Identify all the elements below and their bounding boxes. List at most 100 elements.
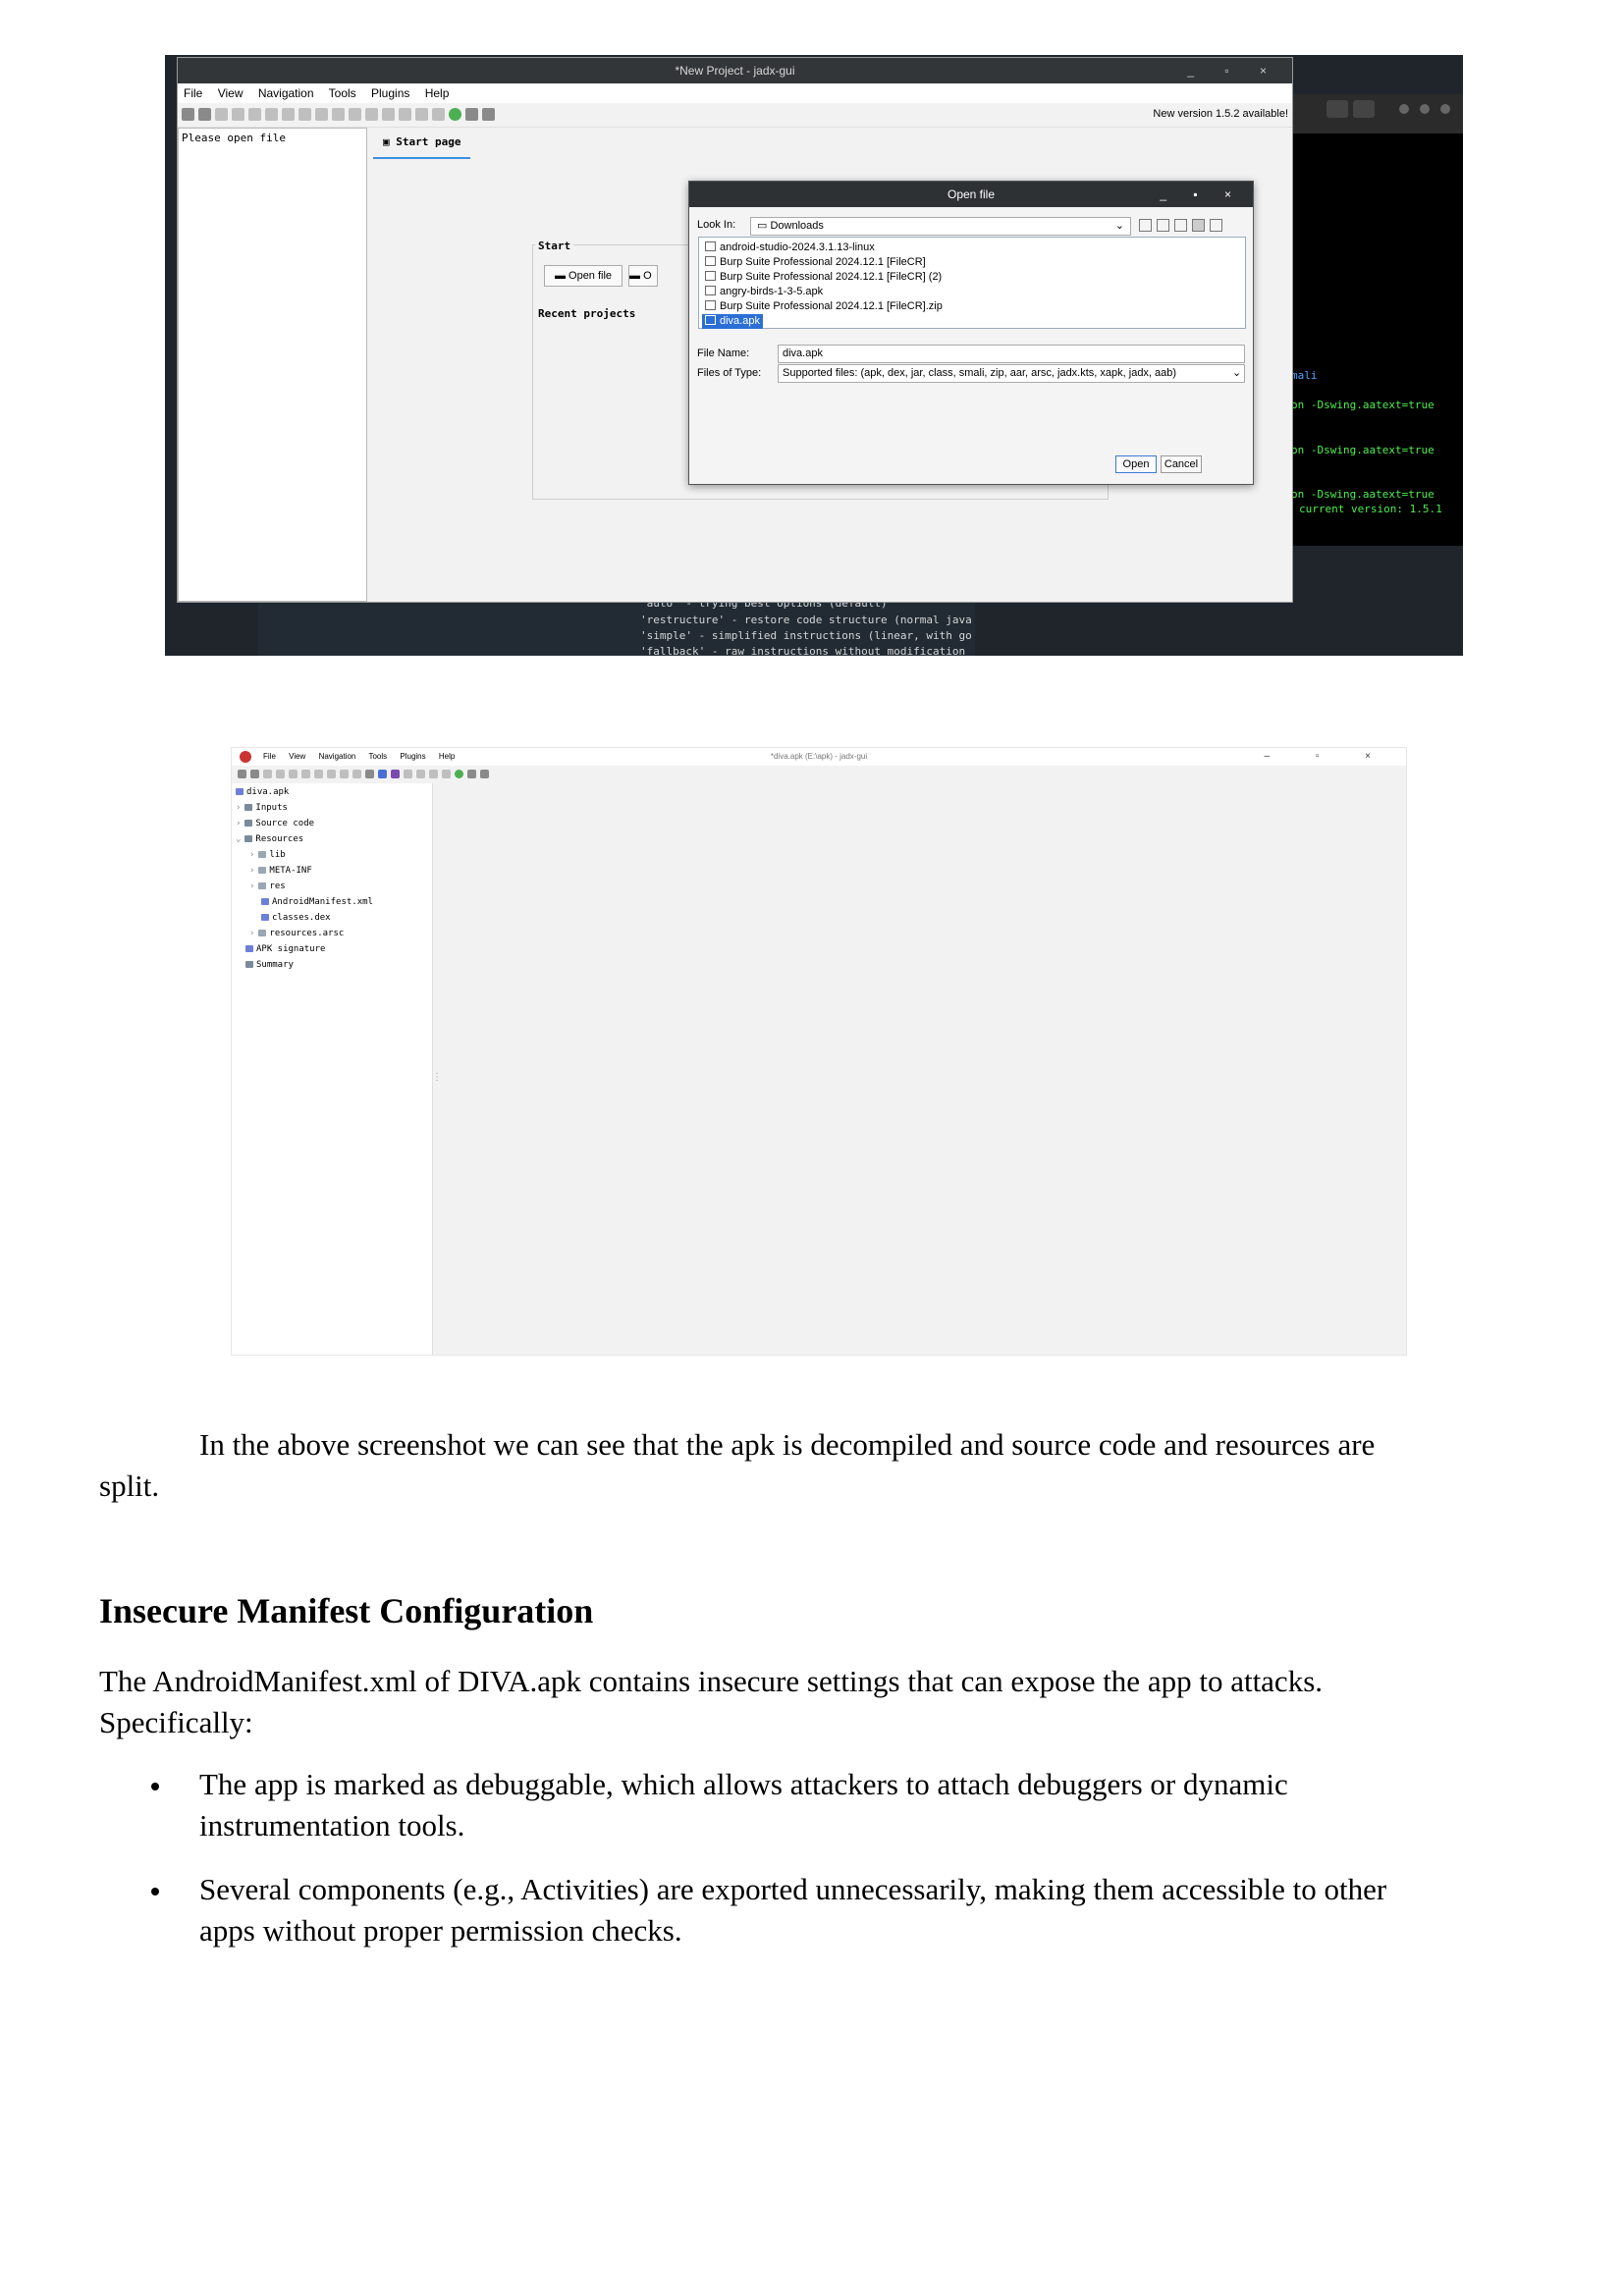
open-folder-icon[interactable] (182, 108, 194, 121)
debug-icon[interactable] (455, 770, 463, 778)
tree-node-summary[interactable]: Summary (245, 960, 294, 970)
deobf-icon[interactable] (378, 770, 387, 778)
back-icon[interactable] (382, 108, 395, 121)
details-view-icon[interactable] (1210, 219, 1222, 232)
tree-node-meta-inf[interactable]: › META-INF (249, 866, 312, 876)
menu-navigation[interactable]: Navigation (319, 752, 356, 761)
sync-icon[interactable] (265, 108, 278, 121)
search-icon[interactable] (327, 770, 336, 778)
home-icon[interactable] (365, 770, 374, 778)
export-icon[interactable] (248, 108, 261, 121)
add-files-icon[interactable] (250, 770, 259, 778)
tab-start-page[interactable]: ▣ Start page (373, 133, 471, 159)
reload-icon[interactable] (263, 770, 272, 778)
cancel-button[interactable]: Cancel (1161, 455, 1202, 473)
menu-file[interactable]: File (184, 86, 202, 100)
preferences-icon[interactable] (480, 770, 489, 778)
find-class-icon[interactable] (340, 770, 349, 778)
list-item-selected[interactable]: diva.apk (702, 314, 763, 329)
menu-view[interactable]: View (289, 752, 305, 761)
tree-label: Inputs (255, 803, 288, 813)
debug-icon[interactable] (449, 108, 461, 121)
tree-node-lib[interactable]: › lib (249, 850, 286, 860)
up-folder-icon[interactable] (1139, 219, 1152, 232)
dialog-controls[interactable]: _ ▪ × (1160, 182, 1243, 207)
tree-node-apk-signature[interactable]: APK signature (245, 944, 325, 954)
find-class-icon[interactable] (315, 108, 328, 121)
open-folder-icon[interactable] (238, 770, 246, 778)
log-viewer-icon[interactable] (467, 770, 476, 778)
list-item[interactable]: Burp Suite Professional 2024.12.1 [FileC… (702, 255, 929, 270)
forward-icon[interactable] (416, 770, 425, 778)
open-file-dialog: Open file _ ▪ × Look In: ▭ Downloads ⌄ a… (688, 181, 1254, 485)
list-item[interactable]: Burp Suite Professional 2024.12.1 [FileC… (702, 299, 946, 314)
maximize-icon[interactable] (1420, 104, 1430, 114)
menu-file[interactable]: File (263, 752, 276, 761)
menu-tools[interactable]: Tools (329, 86, 356, 100)
open-button[interactable]: Open (1115, 455, 1157, 473)
flatten-icon[interactable] (301, 770, 310, 778)
find-usage-icon[interactable] (332, 108, 345, 121)
open-project-button[interactable]: ▬ O (628, 265, 658, 287)
search-icon[interactable] (1326, 100, 1348, 118)
splitter-handle[interactable]: ⋮ (432, 1072, 442, 1083)
menu-tools[interactable]: Tools (368, 752, 387, 761)
menu-help[interactable]: Help (439, 752, 455, 761)
paragraph-line: The AndroidManifest.xml of DIVA.apk cont… (99, 1664, 1324, 1698)
tree-node-arsc[interactable]: › resources.arsc (249, 929, 344, 938)
frida-icon[interactable] (432, 108, 445, 121)
flatten-icon[interactable] (282, 108, 295, 121)
home-icon[interactable] (349, 108, 361, 121)
list-item[interactable]: Burp Suite Professional 2024.12.1 [FileC… (702, 270, 945, 285)
find-icon[interactable] (314, 770, 323, 778)
new-version-notice[interactable]: New version 1.5.2 available! (1153, 108, 1288, 120)
log-icon[interactable] (415, 108, 428, 121)
tree-node-resources[interactable]: ⌄ Resources (236, 834, 303, 844)
add-files-icon[interactable] (198, 108, 211, 121)
sync-icon[interactable] (289, 770, 298, 778)
menu-plugins[interactable]: Plugins (400, 752, 425, 761)
log-icon[interactable] (429, 770, 438, 778)
reload-icon[interactable] (215, 108, 228, 121)
preferences-icon[interactable] (482, 108, 495, 121)
open-file-button[interactable]: ▬ Open file (544, 265, 623, 287)
list-item[interactable]: angry-birds-1-3-5.apk (702, 285, 826, 299)
forward-icon[interactable] (399, 108, 411, 121)
log-viewer-icon[interactable] (465, 108, 478, 121)
menu-bar: *diva.apk (E:\apk) - jadx-gui File View … (232, 748, 1406, 766)
export-icon[interactable] (276, 770, 285, 778)
frida-icon[interactable] (442, 770, 451, 778)
tree-node-manifest[interactable]: AndroidManifest.xml (261, 897, 373, 907)
tree-node-root[interactable]: diva.apk (236, 787, 289, 797)
new-folder-icon[interactable] (1174, 219, 1187, 232)
minimize-icon[interactable] (1399, 104, 1409, 114)
screenshot-jadx-decompiled: *diva.apk (E:\apk) - jadx-gui File View … (231, 747, 1407, 1356)
quark-icon[interactable] (391, 770, 400, 778)
window-controls[interactable]: _ ▫ × (1187, 58, 1280, 83)
save-icon[interactable] (232, 108, 244, 121)
find-usage-icon[interactable] (352, 770, 361, 778)
list-view-icon[interactable] (1192, 219, 1205, 232)
tree-node-res[interactable]: › res (249, 881, 286, 891)
file-name-input[interactable]: diva.apk (778, 345, 1245, 363)
tree-node-classes[interactable]: classes.dex (261, 913, 331, 923)
list-item[interactable]: android-studio-2024.3.1.13-linux (702, 240, 878, 255)
close-icon[interactable] (1440, 104, 1450, 114)
menu-help[interactable]: Help (425, 86, 450, 100)
menu-view[interactable]: View (218, 86, 244, 100)
folder-icon (244, 835, 253, 842)
search-icon[interactable] (298, 108, 311, 121)
menu-navigation[interactable]: Navigation (258, 86, 314, 100)
back-icon[interactable] (404, 770, 412, 778)
tree-node-source-code[interactable]: › Source code (236, 819, 314, 828)
look-in-select[interactable]: ▭ Downloads ⌄ (750, 217, 1131, 236)
tree-node-inputs[interactable]: › Inputs (236, 803, 288, 813)
window-controls[interactable]: – ▫ × (1264, 748, 1392, 766)
open-file-placeholder: Please open file (182, 132, 286, 144)
menu-plugins[interactable]: Plugins (371, 86, 409, 100)
home-folder-icon[interactable] (1157, 219, 1169, 232)
menu-icon[interactable] (1353, 100, 1375, 118)
terminal-right: mali on -Dswing.aatext=true on -Dswing.a… (1291, 133, 1463, 546)
deobf-icon[interactable] (365, 108, 378, 121)
files-of-type-select[interactable]: Supported files: (apk, dex, jar, class, … (778, 364, 1245, 383)
